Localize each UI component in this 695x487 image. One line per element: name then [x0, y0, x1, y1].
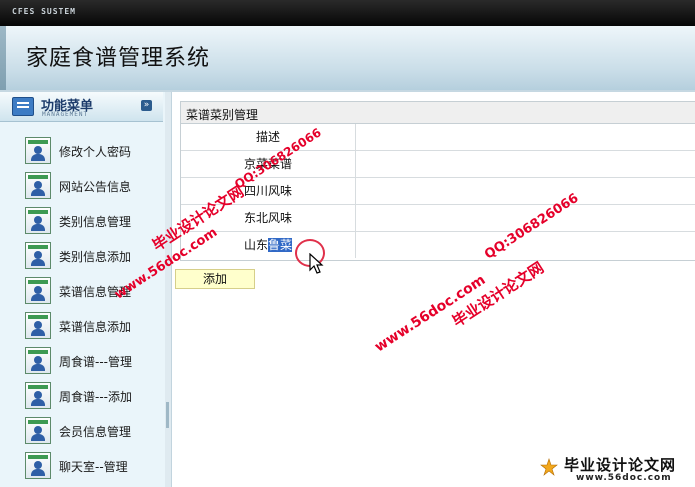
footer-logo-url: www.56doc.com: [576, 473, 672, 483]
user-icon: [25, 417, 51, 444]
star-icon: [540, 458, 558, 476]
chevron-double-down-icon[interactable]: »: [141, 100, 152, 111]
title-bar: [0, 0, 695, 26]
sidebar: 功能菜单 MANAGEMENT » 修改个人密码 网站公告信息 类别信息管理 类…: [0, 92, 166, 487]
sidebar-item-label: 周食谱---添加: [59, 390, 132, 404]
sidebar-item-label: 菜谱信息添加: [59, 320, 132, 334]
sidebar-item-label: 修改个人密码: [59, 145, 132, 159]
user-icon: [25, 452, 51, 479]
selected-text[interactable]: 鲁菜: [268, 238, 293, 252]
sidebar-item-label: 聊天室--管理: [59, 460, 128, 474]
add-button[interactable]: 添加: [175, 269, 255, 289]
user-icon: [25, 382, 51, 409]
column-header-description: 描述: [181, 124, 356, 150]
system-title: CFES SUSTEM: [12, 7, 76, 16]
splitter-grip[interactable]: [166, 402, 169, 428]
user-icon: [25, 207, 51, 234]
menu-icon: [12, 97, 34, 116]
user-icon: [25, 242, 51, 269]
sidebar-item-label: 类别信息添加: [59, 250, 132, 264]
sidebar-item-category-manage[interactable]: 类别信息管理: [0, 203, 163, 238]
sidebar-item-category-add[interactable]: 类别信息添加: [0, 238, 163, 273]
panel-title-bar: 菜谱菜别管理: [181, 102, 695, 124]
user-icon: [25, 172, 51, 199]
menu-subtitle: MANAGEMENT: [42, 111, 89, 118]
table-header-row: 描述: [181, 124, 695, 151]
sidebar-item-announcements[interactable]: 网站公告信息: [0, 168, 163, 203]
sidebar-item-change-password[interactable]: 修改个人密码: [0, 133, 163, 168]
sidebar-item-weekly-add[interactable]: 周食谱---添加: [0, 378, 163, 413]
user-icon: [25, 312, 51, 339]
category-panel: 菜谱菜别管理 描述 京菜菜谱 四川风味 东北风味 山东鲁菜: [180, 101, 695, 261]
user-icon: [25, 137, 51, 164]
user-icon: [25, 277, 51, 304]
panel-title: 菜谱菜别管理: [186, 108, 259, 122]
description-text: 山东: [243, 238, 268, 252]
user-icon: [25, 347, 51, 374]
sidebar-item-member-manage[interactable]: 会员信息管理: [0, 413, 163, 448]
menu-header: 功能菜单 MANAGEMENT »: [0, 92, 163, 122]
footer-logo-text: 毕业设计论文网: [564, 456, 677, 474]
sidebar-item-recipe-add[interactable]: 菜谱信息添加: [0, 308, 163, 343]
sidebar-item-label: 周食谱---管理: [59, 355, 132, 369]
header-edge: [0, 26, 6, 90]
sidebar-item-weekly-manage[interactable]: 周食谱---管理: [0, 343, 163, 378]
table-row[interactable]: 东北风味: [181, 205, 695, 232]
mouse-cursor-icon: [309, 253, 324, 274]
page-title: 家庭食谱管理系统: [26, 46, 211, 71]
footer-logo: 毕业设计论文网 www.56doc.com: [530, 452, 695, 487]
sidebar-item-chatroom-manage[interactable]: 聊天室--管理: [0, 448, 163, 483]
sidebar-item-label: 网站公告信息: [59, 180, 132, 194]
sidebar-item-label: 类别信息管理: [59, 215, 132, 229]
sidebar-splitter[interactable]: [165, 92, 172, 487]
table-row[interactable]: 山东鲁菜: [181, 232, 695, 258]
table-row[interactable]: 四川风味: [181, 178, 695, 205]
sidebar-item-label: 会员信息管理: [59, 425, 132, 439]
